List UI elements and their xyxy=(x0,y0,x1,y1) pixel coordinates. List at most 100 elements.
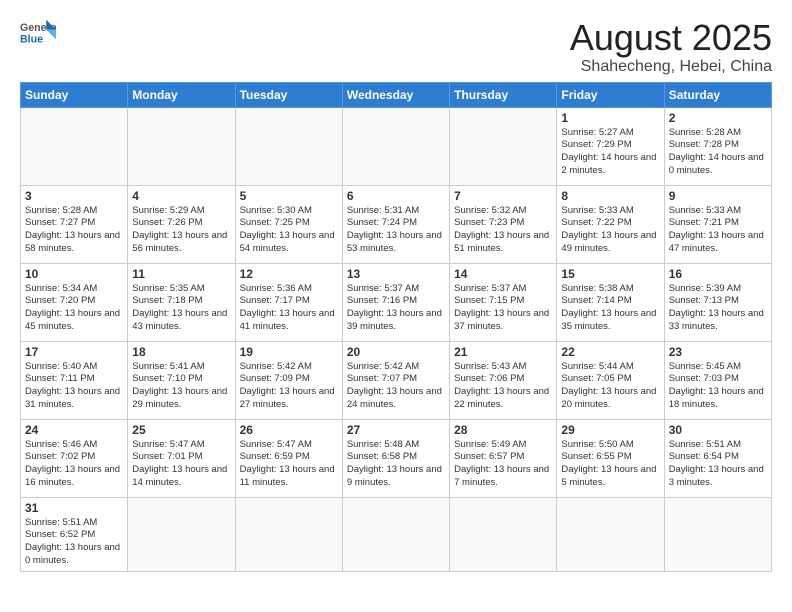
table-cell: 12 Sunrise: 5:36 AM Sunset: 7:17 PM Dayli… xyxy=(235,263,342,341)
table-cell: 22Sunrise: 5:44 AM Sunset: 7:05 PM Dayli… xyxy=(557,341,664,419)
title-block: August 2025 Shahecheng, Hebei, China xyxy=(570,18,772,76)
table-cell: 26Sunrise: 5:47 AM Sunset: 6:59 PM Dayli… xyxy=(235,419,342,497)
day-number: 27 xyxy=(347,423,445,437)
day-number: 15 xyxy=(561,267,659,281)
day-info: Sunrise: 5:35 AM Sunset: 7:18 PM Dayligh… xyxy=(132,283,230,334)
week-row-5: 24Sunrise: 5:46 AM Sunset: 7:02 PM Dayli… xyxy=(21,419,772,497)
week-row-1: 1 Sunrise: 5:27 AM Sunset: 7:29 PM Daylig… xyxy=(21,107,772,185)
day-number: 14 xyxy=(454,267,552,281)
table-cell: 3 Sunrise: 5:28 AM Sunset: 7:27 PM Daylig… xyxy=(21,185,128,263)
day-info: Sunrise: 5:38 AM Sunset: 7:14 PM Dayligh… xyxy=(561,283,659,334)
table-cell xyxy=(128,107,235,185)
day-info: Sunrise: 5:49 AM Sunset: 6:57 PM Dayligh… xyxy=(454,439,552,490)
day-number: 16 xyxy=(669,267,767,281)
table-cell: 2Sunrise: 5:28 AM Sunset: 7:28 PM Daylig… xyxy=(664,107,771,185)
table-cell xyxy=(21,107,128,185)
table-cell xyxy=(128,497,235,571)
day-number: 31 xyxy=(25,501,123,515)
day-number: 1 xyxy=(561,111,659,125)
day-info: Sunrise: 5:43 AM Sunset: 7:06 PM Dayligh… xyxy=(454,361,552,412)
day-info: Sunrise: 5:31 AM Sunset: 7:24 PM Dayligh… xyxy=(347,205,445,256)
day-info: Sunrise: 5:48 AM Sunset: 6:58 PM Dayligh… xyxy=(347,439,445,490)
day-info: Sunrise: 5:28 AM Sunset: 7:27 PM Dayligh… xyxy=(25,205,123,256)
day-info: Sunrise: 5:34 AM Sunset: 7:20 PM Dayligh… xyxy=(25,283,123,334)
table-cell: 21 Sunrise: 5:43 AM Sunset: 7:06 PM Dayli… xyxy=(450,341,557,419)
page: General Blue August 2025 Shahecheng, Heb… xyxy=(0,0,792,582)
day-info: Sunrise: 5:32 AM Sunset: 7:23 PM Dayligh… xyxy=(454,205,552,256)
day-info: Sunrise: 5:37 AM Sunset: 7:16 PM Dayligh… xyxy=(347,283,445,334)
day-info: Sunrise: 5:37 AM Sunset: 7:15 PM Dayligh… xyxy=(454,283,552,334)
table-cell: 19 Sunrise: 5:42 AM Sunset: 7:09 PM Dayli… xyxy=(235,341,342,419)
day-number: 26 xyxy=(240,423,338,437)
table-cell xyxy=(450,497,557,571)
day-number: 13 xyxy=(347,267,445,281)
day-number: 18 xyxy=(132,345,230,359)
day-number: 8 xyxy=(561,189,659,203)
day-info: Sunrise: 5:40 AM Sunset: 7:11 PM Dayligh… xyxy=(25,361,123,412)
day-number: 23 xyxy=(669,345,767,359)
table-cell: 5 Sunrise: 5:30 AM Sunset: 7:25 PM Daylig… xyxy=(235,185,342,263)
day-info: Sunrise: 5:42 AM Sunset: 7:09 PM Dayligh… xyxy=(240,361,338,412)
day-info: Sunrise: 5:51 AM Sunset: 6:54 PM Dayligh… xyxy=(669,439,767,490)
day-number: 25 xyxy=(132,423,230,437)
day-number: 5 xyxy=(240,189,338,203)
table-cell: 6 Sunrise: 5:31 AM Sunset: 7:24 PM Daylig… xyxy=(342,185,449,263)
table-cell: 16 Sunrise: 5:39 AM Sunset: 7:13 PM Dayli… xyxy=(664,263,771,341)
svg-text:Blue: Blue xyxy=(20,34,43,46)
day-info: Sunrise: 5:50 AM Sunset: 6:55 PM Dayligh… xyxy=(561,439,659,490)
table-cell: 17 Sunrise: 5:40 AM Sunset: 7:11 PM Dayli… xyxy=(21,341,128,419)
table-cell: 13 Sunrise: 5:37 AM Sunset: 7:16 PM Dayli… xyxy=(342,263,449,341)
col-saturday: Saturday xyxy=(664,82,771,107)
table-cell: 4Sunrise: 5:29 AM Sunset: 7:26 PM Daylig… xyxy=(128,185,235,263)
table-cell: 20 Sunrise: 5:42 AM Sunset: 7:07 PM Dayli… xyxy=(342,341,449,419)
table-cell: 8 Sunrise: 5:33 AM Sunset: 7:22 PM Daylig… xyxy=(557,185,664,263)
day-info: Sunrise: 5:29 AM Sunset: 7:26 PM Dayligh… xyxy=(132,205,230,256)
col-tuesday: Tuesday xyxy=(235,82,342,107)
table-cell: 27 Sunrise: 5:48 AM Sunset: 6:58 PM Dayli… xyxy=(342,419,449,497)
table-cell xyxy=(450,107,557,185)
day-info: Sunrise: 5:30 AM Sunset: 7:25 PM Dayligh… xyxy=(240,205,338,256)
table-cell: 1 Sunrise: 5:27 AM Sunset: 7:29 PM Daylig… xyxy=(557,107,664,185)
table-cell: 18 Sunrise: 5:41 AM Sunset: 7:10 PM Dayli… xyxy=(128,341,235,419)
day-number: 17 xyxy=(25,345,123,359)
day-number: 6 xyxy=(347,189,445,203)
col-sunday: Sunday xyxy=(21,82,128,107)
week-row-4: 17 Sunrise: 5:40 AM Sunset: 7:11 PM Dayli… xyxy=(21,341,772,419)
col-thursday: Thursday xyxy=(450,82,557,107)
week-row-6: 31Sunrise: 5:51 AM Sunset: 6:52 PM Dayli… xyxy=(21,497,772,571)
day-info: Sunrise: 5:36 AM Sunset: 7:17 PM Dayligh… xyxy=(240,283,338,334)
day-number: 30 xyxy=(669,423,767,437)
week-row-3: 10 Sunrise: 5:34 AM Sunset: 7:20 PM Dayli… xyxy=(21,263,772,341)
header: General Blue August 2025 Shahecheng, Heb… xyxy=(20,18,772,76)
week-row-2: 3 Sunrise: 5:28 AM Sunset: 7:27 PM Daylig… xyxy=(21,185,772,263)
table-cell: 10 Sunrise: 5:34 AM Sunset: 7:20 PM Dayli… xyxy=(21,263,128,341)
table-cell xyxy=(342,497,449,571)
col-friday: Friday xyxy=(557,82,664,107)
day-info: Sunrise: 5:27 AM Sunset: 7:29 PM Dayligh… xyxy=(561,127,659,178)
day-info: Sunrise: 5:42 AM Sunset: 7:07 PM Dayligh… xyxy=(347,361,445,412)
day-number: 7 xyxy=(454,189,552,203)
col-wednesday: Wednesday xyxy=(342,82,449,107)
day-info: Sunrise: 5:41 AM Sunset: 7:10 PM Dayligh… xyxy=(132,361,230,412)
day-info: Sunrise: 5:39 AM Sunset: 7:13 PM Dayligh… xyxy=(669,283,767,334)
day-info: Sunrise: 5:44 AM Sunset: 7:05 PM Dayligh… xyxy=(561,361,659,412)
table-cell: 28Sunrise: 5:49 AM Sunset: 6:57 PM Dayli… xyxy=(450,419,557,497)
day-info: Sunrise: 5:33 AM Sunset: 7:22 PM Dayligh… xyxy=(561,205,659,256)
calendar-subtitle: Shahecheng, Hebei, China xyxy=(570,58,772,76)
table-cell xyxy=(557,497,664,571)
table-cell: 31Sunrise: 5:51 AM Sunset: 6:52 PM Dayli… xyxy=(21,497,128,571)
day-number: 20 xyxy=(347,345,445,359)
day-info: Sunrise: 5:45 AM Sunset: 7:03 PM Dayligh… xyxy=(669,361,767,412)
day-info: Sunrise: 5:46 AM Sunset: 7:02 PM Dayligh… xyxy=(25,439,123,490)
table-cell: 24Sunrise: 5:46 AM Sunset: 7:02 PM Dayli… xyxy=(21,419,128,497)
table-cell xyxy=(235,107,342,185)
logo: General Blue xyxy=(20,18,56,46)
day-number: 19 xyxy=(240,345,338,359)
day-number: 21 xyxy=(454,345,552,359)
day-number: 3 xyxy=(25,189,123,203)
day-number: 9 xyxy=(669,189,767,203)
calendar-table: Sunday Monday Tuesday Wednesday Thursday… xyxy=(20,82,772,572)
calendar-title: August 2025 xyxy=(570,18,772,58)
day-number: 10 xyxy=(25,267,123,281)
day-number: 12 xyxy=(240,267,338,281)
